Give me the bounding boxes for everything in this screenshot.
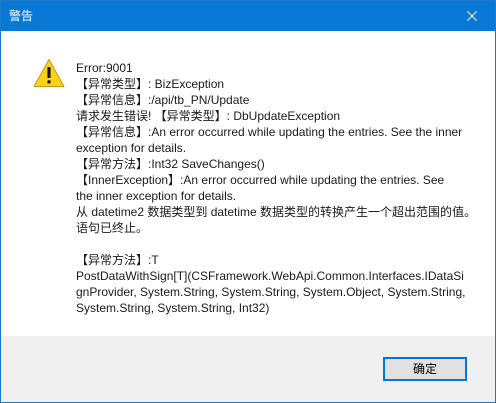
title-bar[interactable]: 警告 [1, 1, 495, 31]
message-box-window: 警告 Error:9001 【异常类型】: BizException 【异常信息】:… [0, 0, 496, 403]
message-line: 【InnerException】:An error occurred while… [76, 173, 445, 187]
message-line: 从 datetime2 数据类型到 datetime 数据类型的转换产生一个超出… [76, 205, 477, 219]
message-line: System.String, System.String, Int32) [76, 301, 270, 315]
error-message: Error:9001 【异常类型】: BizException 【异常信息】:/ap… [76, 60, 477, 316]
message-line: 【异常类型】: BizException [76, 77, 225, 91]
message-line: 【异常方法】:T [76, 253, 159, 267]
close-icon [467, 11, 477, 21]
window-title: 警告 [9, 9, 34, 23]
message-line: the inner exception for details. [76, 189, 237, 203]
message-line [76, 236, 456, 252]
ok-button[interactable]: 确定 [383, 357, 467, 381]
close-button[interactable] [449, 1, 495, 31]
message-line: 【异常信息】:/api/tb_PN/Update [76, 93, 250, 107]
message-line: gnProvider, System.String, System.String… [76, 285, 466, 299]
message-line: PostDataWithSign[T](CSFramework.WebApi.C… [76, 269, 464, 283]
message-line: 语句已终止。 [76, 221, 149, 235]
dialog-content: Error:9001 【异常类型】: BizException 【异常信息】:/ap… [1, 31, 495, 336]
warning-icon [33, 59, 65, 87]
message-line: 请求发生错误! 【异常类型】: DbUpdateException [76, 109, 341, 123]
message-line: 【异常方法】:Int32 SaveChanges() [76, 157, 265, 171]
message-line: exception for details. [76, 141, 187, 155]
message-line: 【异常信息】:An error occurred while updating … [76, 125, 463, 139]
message-line: Error:9001 [76, 61, 133, 75]
button-bar: 确定 [1, 336, 495, 402]
